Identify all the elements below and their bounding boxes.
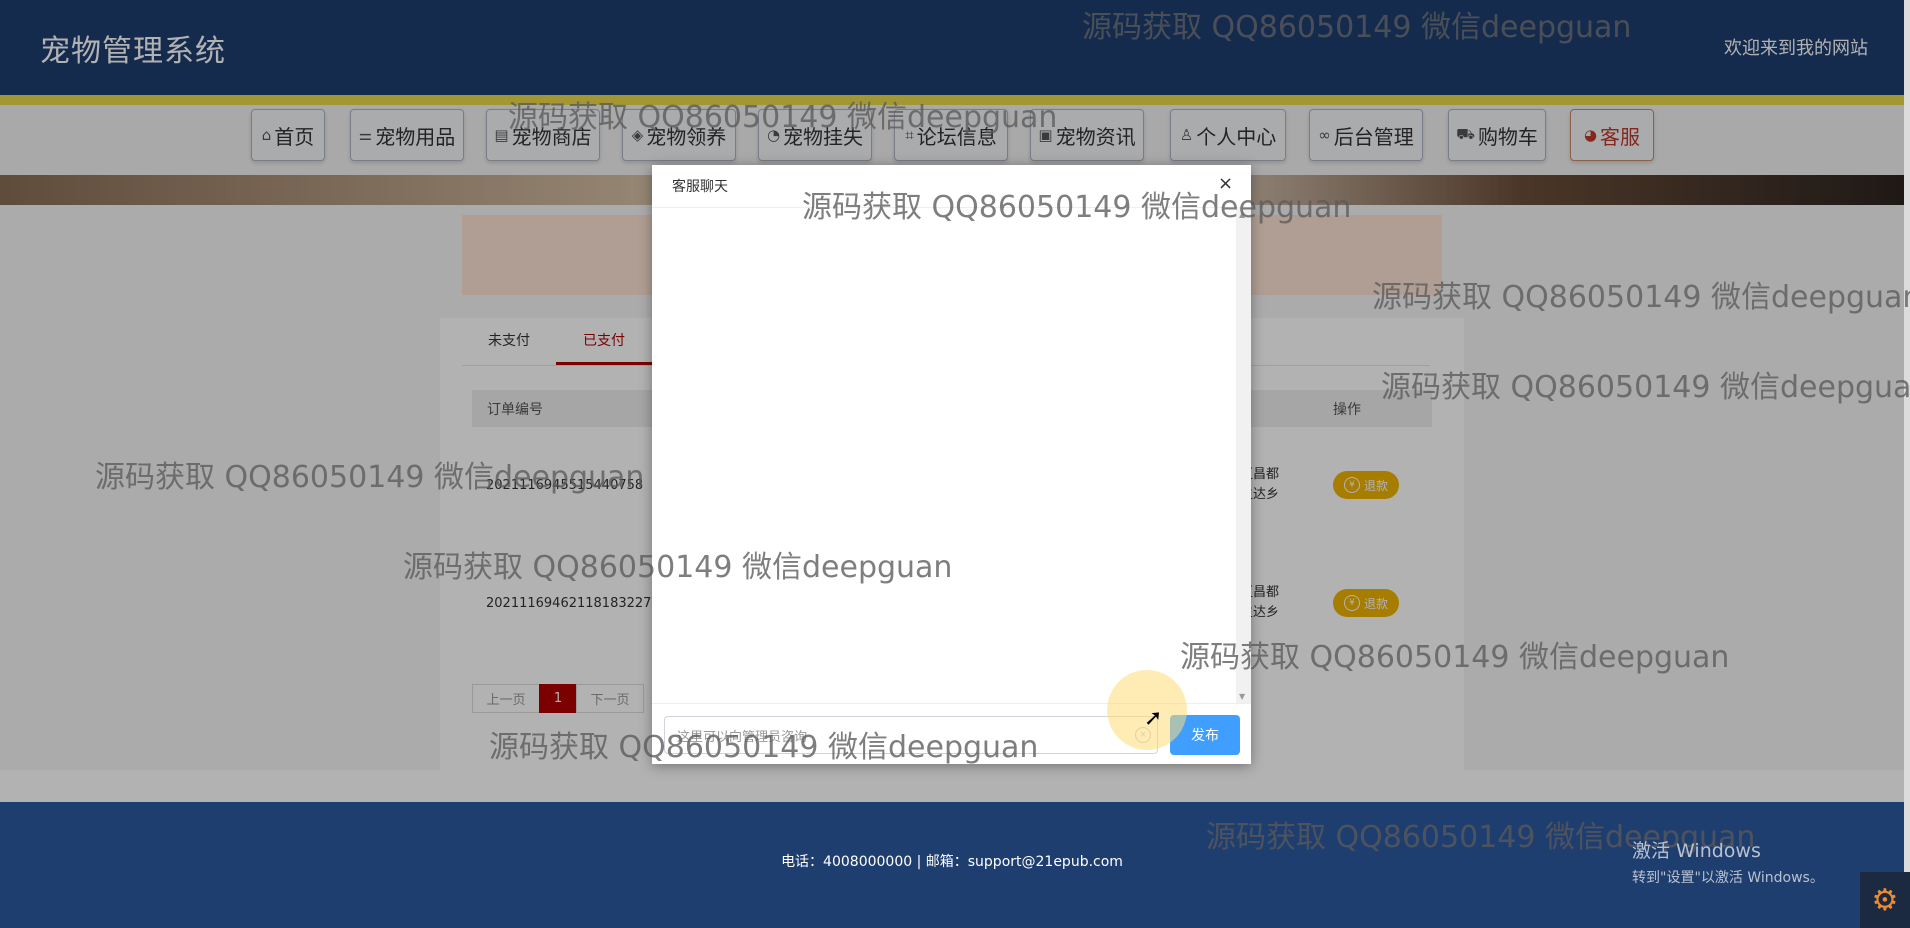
watermark: 源码获取 QQ86050149 微信deepguan	[508, 100, 1058, 135]
settings-gear-icon[interactable]: ⚙	[1860, 872, 1910, 928]
scroll-down-icon[interactable]: ▼	[1239, 692, 1245, 701]
watermark: 源码获取 QQ86050149 微信deepguan	[489, 730, 1039, 765]
watermark: 源码获取 QQ86050149 微信deepguan	[1372, 280, 1910, 315]
dialog-title: 客服聊天	[672, 179, 728, 195]
windows-activation-notice: 激活 Windows 转到"设置"以激活 Windows。	[1632, 836, 1824, 887]
page-scrollbar[interactable]	[1904, 0, 1910, 928]
watermark: 源码获取 QQ86050149 微信deepguan	[403, 550, 953, 585]
activation-title: 激活 Windows	[1632, 840, 1761, 862]
watermark: 源码获取 QQ86050149 微信deepguan	[1180, 640, 1730, 675]
watermark: 源码获取 QQ86050149 微信deepguan	[1381, 370, 1910, 405]
chat-messages	[652, 208, 1236, 703]
chat-scrollbar[interactable]: ▲ ▼	[1236, 208, 1251, 703]
mouse-cursor-icon: ➚	[1144, 706, 1163, 731]
watermark: 源码获取 QQ86050149 微信deepguan	[802, 190, 1352, 225]
watermark: 源码获取 QQ86050149 微信deepguan	[95, 460, 645, 495]
watermark: 源码获取 QQ86050149 微信deepguan	[1082, 10, 1632, 45]
activation-hint: 转到"设置"以激活 Windows。	[1632, 870, 1824, 886]
